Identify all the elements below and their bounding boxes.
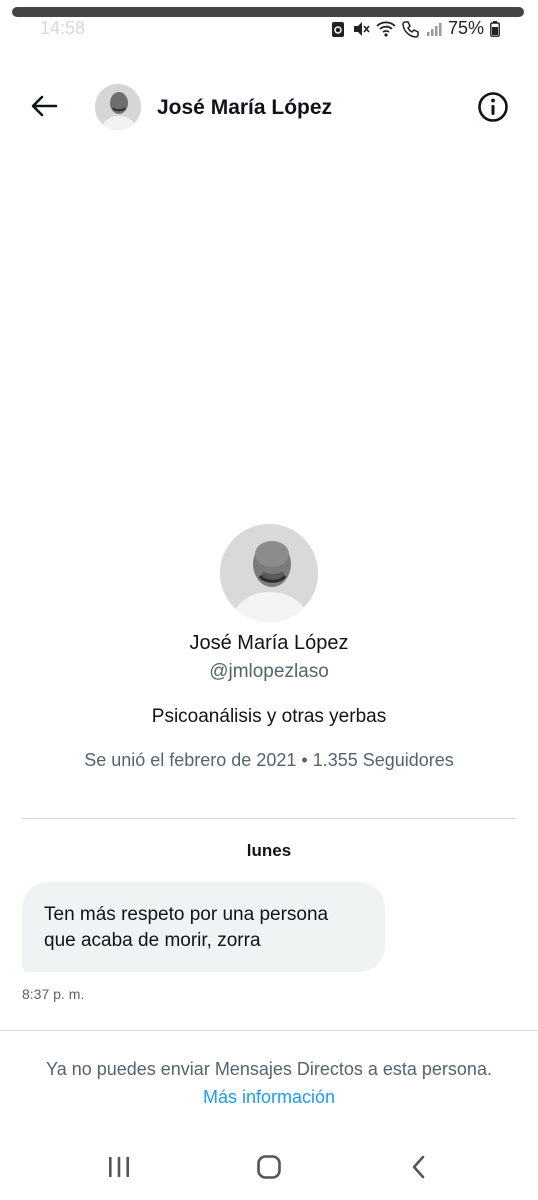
profile-bio: Psicoanálisis y otras yerbas xyxy=(151,706,387,727)
message-timestamp: 8:37 p. m. xyxy=(22,986,85,1002)
dm-conversation-screen: 14:58 75% José María López José María Ló… xyxy=(0,0,538,1200)
conversation-header: José María López xyxy=(0,80,538,136)
composer-divider xyxy=(0,1030,538,1031)
info-circle-icon xyxy=(477,91,509,128)
more-info-link[interactable]: Más información xyxy=(203,1087,335,1107)
profile-followers-count[interactable]: 1.355 Seguidores xyxy=(313,750,454,770)
chevron-left-icon xyxy=(404,1155,434,1186)
back-button[interactable] xyxy=(26,90,62,126)
message-text-line: que acaba de morir, zorra xyxy=(44,930,261,951)
wifi-icon xyxy=(376,20,396,38)
profile-joined-date: Se unió el febrero de 2021 xyxy=(84,750,297,770)
dm-disabled-text: Ya no puedes enviar Mensajes Directos a … xyxy=(46,1059,492,1079)
message-text-line: Ten más respeto por una persona xyxy=(44,904,329,925)
divider xyxy=(22,818,516,819)
status-icons: 75% xyxy=(330,18,500,39)
recycle-icon xyxy=(330,20,346,38)
battery-icon xyxy=(490,20,500,37)
recent-apps-button[interactable] xyxy=(104,1154,134,1180)
meta-separator: • xyxy=(296,750,313,770)
recents-icon xyxy=(104,1157,134,1184)
arrow-left-icon xyxy=(30,94,58,123)
status-time: 14:58 xyxy=(40,18,86,38)
mute-icon xyxy=(352,20,370,38)
header-contact-name[interactable]: José María López xyxy=(157,96,332,120)
profile-name: José María López xyxy=(189,632,349,654)
dm-disabled-notice: Ya no puedes enviar Mensajes Directos a … xyxy=(40,1055,498,1111)
call-icon xyxy=(402,20,420,38)
day-separator: lunes xyxy=(246,841,292,860)
home-icon xyxy=(254,1155,284,1186)
system-back-button[interactable] xyxy=(404,1152,434,1182)
signal-icon xyxy=(426,21,442,37)
profile-handle: @jmlopezlaso xyxy=(209,661,329,682)
info-button[interactable] xyxy=(474,90,512,128)
status-overlay-bar xyxy=(12,7,524,17)
system-navigation-bar xyxy=(0,1140,538,1200)
profile-avatar[interactable] xyxy=(220,524,318,622)
profile-meta: Se unió el febrero de 2021 • 1.355 Segui… xyxy=(0,750,538,771)
status-bar: 14:58 75% xyxy=(0,0,538,48)
message-bubble[interactable]: Ten más respeto por una persona que acab… xyxy=(22,882,385,972)
home-button[interactable] xyxy=(254,1152,284,1182)
battery-percent: 75% xyxy=(447,18,484,38)
header-avatar[interactable] xyxy=(95,84,141,130)
